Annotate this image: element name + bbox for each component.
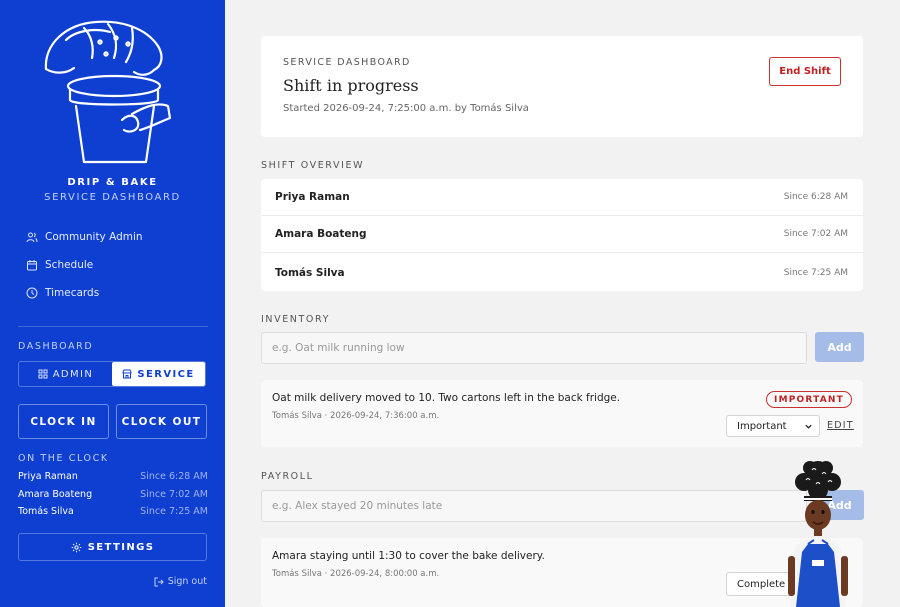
- sign-out-icon: [154, 577, 164, 586]
- staff-name: Tomás Silva: [275, 266, 345, 279]
- brand-subtitle: SERVICE DASHBOARD: [44, 192, 181, 203]
- nav-community-admin[interactable]: Community Admin: [26, 231, 143, 243]
- nav-label: Timecards: [45, 287, 100, 299]
- staff-since: Since 6:28 AM: [140, 471, 208, 482]
- staff-name: Amara Boateng: [275, 228, 367, 240]
- on-the-clock-label: ON THE CLOCK: [18, 453, 109, 464]
- sign-out-link[interactable]: Sign out: [154, 576, 207, 587]
- status-select-value: Complete: [737, 578, 786, 590]
- clock-in-button[interactable]: CLOCK IN: [18, 404, 109, 439]
- settings-label: SETTINGS: [87, 541, 155, 553]
- toggle-admin[interactable]: ADMIN: [19, 362, 112, 386]
- note-text: Amara staying until 1:30 to cover the ba…: [272, 550, 545, 562]
- on-the-clock-row: Amara Boateng Since 7:02 AM: [18, 489, 208, 500]
- staff-name: Amara Boateng: [18, 489, 93, 500]
- shift-header-card: SERVICE DASHBOARD Shift in progress Star…: [261, 36, 863, 137]
- shift-overview-list: Priya Raman Since 6:28 AM Amara Boateng …: [261, 179, 863, 291]
- sidebar: DRIP & BAKE SERVICE DASHBOARD Community …: [0, 0, 225, 607]
- staff-name: Priya Raman: [275, 191, 350, 203]
- payroll-note: Amara staying until 1:30 to cover the ba…: [261, 538, 863, 607]
- nav-schedule[interactable]: Schedule: [26, 259, 93, 271]
- chevron-down-icon: [805, 424, 812, 429]
- on-the-clock-row: Priya Raman Since 6:28 AM: [18, 471, 208, 482]
- inventory-note: Oat milk delivery moved to 10. Two carto…: [261, 380, 863, 447]
- staff-since: Since 7:25 AM: [140, 506, 208, 517]
- priority-select-value: Important: [737, 420, 787, 432]
- on-the-clock-row: Tomás Silva Since 7:25 AM: [18, 506, 208, 517]
- shift-overview-label: SHIFT OVERVIEW: [261, 160, 365, 171]
- clock-out-button[interactable]: CLOCK OUT: [116, 404, 207, 439]
- staff-since: Since 7:02 AM: [140, 489, 208, 500]
- inventory-label: INVENTORY: [261, 314, 330, 325]
- end-shift-button[interactable]: End Shift: [769, 57, 841, 86]
- page-title: Shift in progress: [283, 76, 419, 95]
- toggle-service-label: SERVICE: [137, 368, 195, 380]
- settings-button[interactable]: SETTINGS: [18, 533, 207, 561]
- dashboard-label: DASHBOARD: [18, 341, 94, 352]
- calendar-icon: [27, 260, 37, 271]
- croissant-cup-logo-icon: [44, 20, 172, 164]
- dashboard-toggle: ADMIN SERVICE: [18, 361, 206, 387]
- inventory-input[interactable]: [261, 332, 807, 364]
- gear-icon: [71, 542, 81, 552]
- nav-label: Schedule: [45, 259, 94, 271]
- staff-since: Since 7:25 AM: [783, 267, 848, 278]
- priority-select[interactable]: Important: [726, 415, 820, 437]
- staff-name: Priya Raman: [18, 471, 78, 482]
- sidebar-divider: [18, 326, 208, 327]
- users-icon: [26, 232, 38, 243]
- payroll-label: PAYROLL: [261, 471, 314, 482]
- edit-link[interactable]: EDIT: [827, 420, 854, 431]
- staff-since: Since 7:02 AM: [783, 229, 848, 239]
- nav-label: Community Admin: [45, 231, 143, 243]
- nav-timecards[interactable]: Timecards: [26, 287, 99, 299]
- grid-icon: [38, 369, 48, 379]
- staff-since: Since 6:28 AM: [783, 192, 848, 202]
- payroll-input[interactable]: [261, 490, 807, 522]
- note-text: Oat milk delivery moved to 10. Two carto…: [272, 392, 621, 404]
- barista-avatar-icon: [788, 461, 848, 607]
- sign-out-label: Sign out: [167, 576, 207, 587]
- toggle-service[interactable]: SERVICE: [112, 362, 205, 386]
- toggle-admin-label: ADMIN: [52, 368, 94, 380]
- clock-icon: [26, 287, 38, 299]
- list-item: Amara Boateng Since 7:02 AM: [261, 216, 863, 253]
- staff-name: Tomás Silva: [18, 506, 74, 517]
- store-icon: [122, 369, 132, 379]
- brand-name: DRIP & BAKE: [67, 177, 158, 188]
- important-badge: IMPORTANT: [766, 391, 852, 408]
- header-eyebrow: SERVICE DASHBOARD: [283, 57, 411, 68]
- note-meta: Tomás Silva · 2026-09-24, 7:36:00 a.m.: [272, 411, 440, 421]
- inventory-add-button[interactable]: Add: [815, 332, 864, 362]
- list-item: Priya Raman Since 6:28 AM: [261, 179, 863, 216]
- shift-started-text: Started 2026-09-24, 7:25:00 a.m. by Tomá…: [283, 103, 529, 114]
- note-meta: Tomás Silva · 2026-09-24, 8:00:00 a.m.: [272, 569, 440, 579]
- list-item: Tomás Silva Since 7:25 AM: [261, 254, 863, 291]
